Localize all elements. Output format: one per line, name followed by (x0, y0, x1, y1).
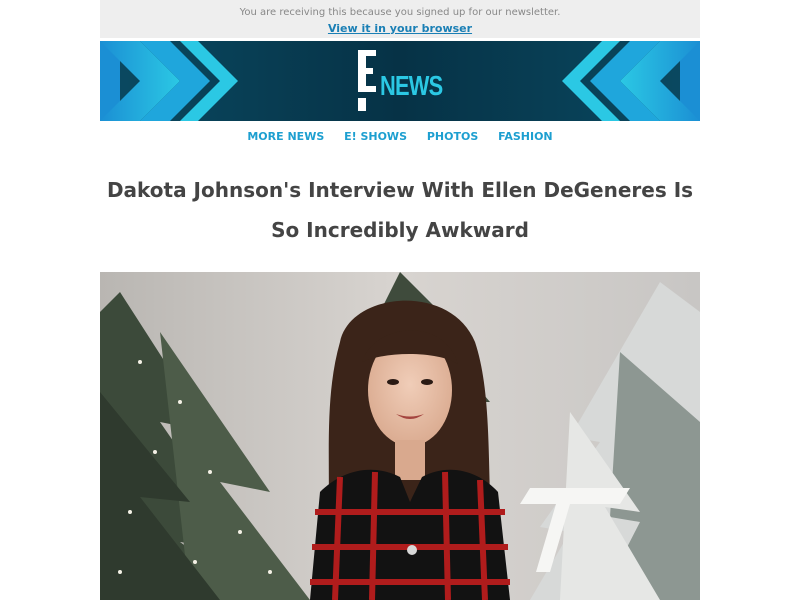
article-headline[interactable]: Dakota Johnson's Interview With Ellen De… (100, 170, 700, 250)
chevron-decoration-right-icon (562, 41, 700, 121)
hero-photo-illustration (100, 272, 700, 600)
chevron-decoration-left-icon (100, 41, 238, 121)
headline-line-1: Dakota Johnson's Interview With Ellen De… (106, 178, 694, 202)
enews-banner[interactable]: NEWS (100, 41, 700, 121)
nav-item-fashion[interactable]: FASHION (498, 130, 553, 143)
view-in-browser-link[interactable]: View it in your browser (328, 22, 472, 35)
newsletter-notice-bar: You are receiving this because you signe… (100, 0, 700, 38)
article-hero-image[interactable] (100, 272, 700, 600)
newsletter-notice-text: You are receiving this because you signe… (239, 7, 561, 18)
top-navigation: MORE NEWS E! SHOWS PHOTOS FASHION (100, 130, 700, 150)
e-letter-icon (358, 50, 376, 111)
headline-line-2: So Incredibly Awkward (271, 218, 529, 242)
nav-item-e-shows[interactable]: E! SHOWS (344, 130, 407, 143)
nav-item-more-news[interactable]: MORE NEWS (247, 130, 324, 143)
logo-news-text: NEWS (380, 70, 443, 101)
enews-logo[interactable]: NEWS (358, 50, 444, 114)
newsletter-container: You are receiving this because you signe… (100, 0, 700, 600)
nav-item-photos[interactable]: PHOTOS (427, 130, 478, 143)
